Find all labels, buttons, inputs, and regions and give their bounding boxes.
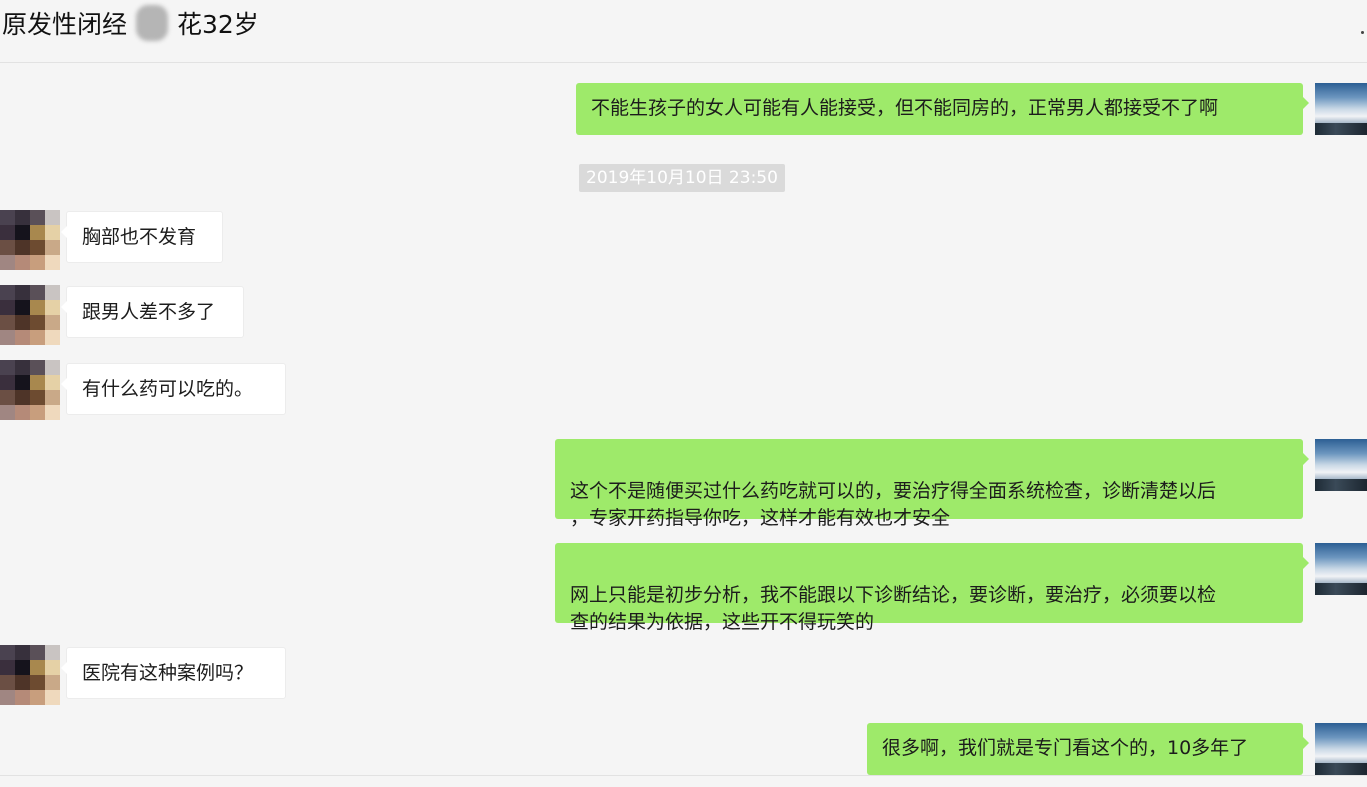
message-text: 网上只能是初步分析，我不能跟以下诊断结论，要诊断，要治疗，必须要以检 查的结果为… [570,584,1217,633]
recv-avatar[interactable] [0,285,60,345]
message-text: 这个不是随便买过什么药吃就可以的，要治疗得全面系统检查，诊断清楚以后 ，专家开药… [570,480,1217,529]
sent-avatar[interactable] [1315,723,1367,775]
chat-title: 原发性闭经 花32岁 [2,10,259,39]
recv-avatar[interactable] [0,645,60,705]
message-bubble-sent[interactable]: 很多啊，我们就是专门看这个的，10多年了 [867,723,1309,775]
chat-area[interactable]: 不能生孩子的女人可能有人能接受，但不能同房的，正常男人都接受不了啊 2019年1… [0,63,1367,775]
more-dots-icon[interactable] [1361,31,1364,34]
sent-avatar[interactable] [1315,543,1367,595]
message-text: 医院有这种案例吗？ [82,662,254,684]
message-bubble-received[interactable]: 有什么药可以吃的。 [61,363,286,415]
message-bubble-sent[interactable]: 网上只能是初步分析，我不能跟以下诊断结论，要诊断，要治疗，必须要以检 查的结果为… [555,543,1309,633]
sent-avatar[interactable] [1315,439,1367,491]
message-timestamp: 2019年10月10日 23:50 [579,164,785,192]
message-bubble-received[interactable]: 医院有这种案例吗？ [61,647,286,699]
recv-avatar[interactable] [0,360,60,420]
message-text: 跟男人差不多了 [82,301,216,323]
message-bubble-sent[interactable]: 不能生孩子的女人可能有人能接受，但不能同房的，正常男人都接受不了啊 [576,83,1309,135]
input-area[interactable] [0,776,1367,787]
message-bubble-received[interactable]: 跟男人差不多了 [61,286,244,338]
message-bubble-received[interactable]: 胸部也不发育 [61,211,223,263]
message-text: 胸部也不发育 [82,226,197,248]
message-bubble-sent[interactable]: 这个不是随便买过什么药吃就可以的，要治疗得全面系统检查，诊断清楚以后 ，专家开药… [555,439,1309,529]
message-text: 有什么药可以吃的。 [82,378,254,400]
message-text: 很多啊，我们就是专门看这个的，10多年了 [882,737,1249,759]
recv-avatar[interactable] [0,210,60,270]
message-text: 不能生孩子的女人可能有人能接受，但不能同房的，正常男人都接受不了啊 [591,97,1219,119]
chat-header: 原发性闭经 花32岁 [0,0,1367,63]
sent-avatar[interactable] [1315,83,1367,135]
redaction-blur [136,5,168,41]
